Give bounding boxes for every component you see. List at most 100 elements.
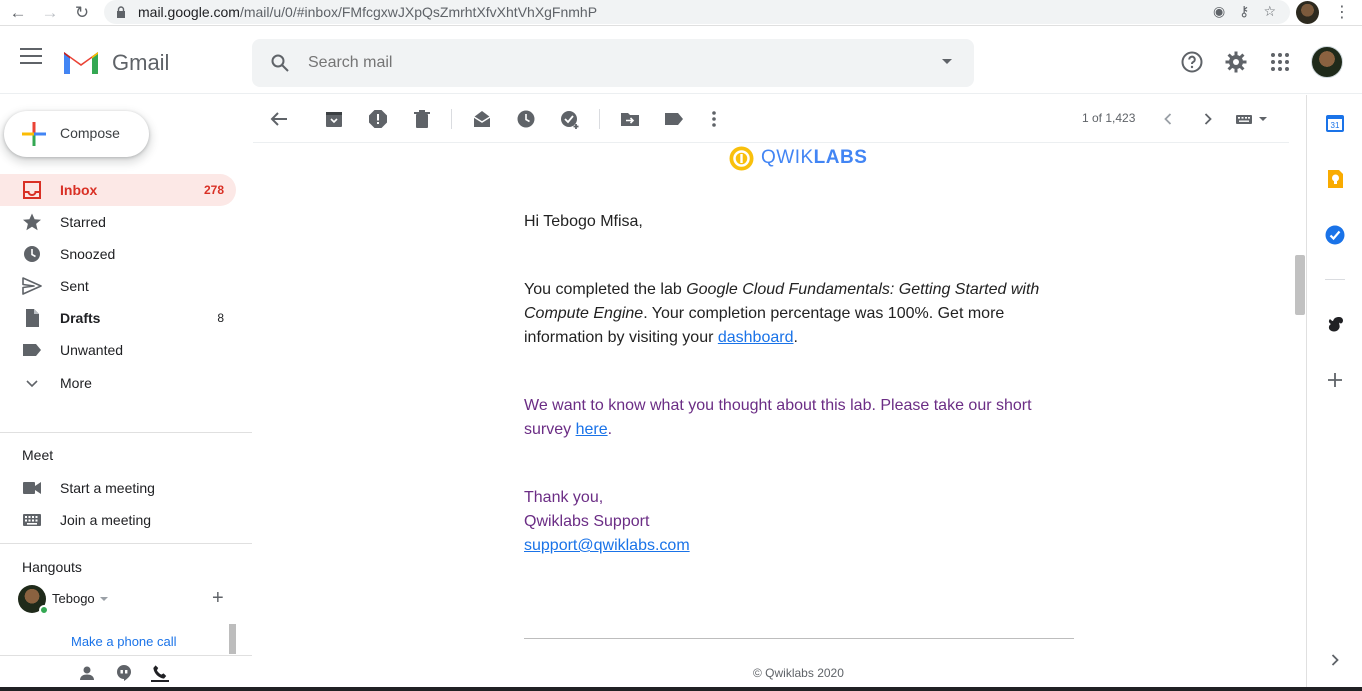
greeting: Hi Tebogo Mfisa, <box>524 213 643 230</box>
join-meeting-button[interactable]: Join a meeting <box>0 506 252 534</box>
toolbar-divider <box>451 109 452 129</box>
settings-gear-icon[interactable] <box>1224 50 1248 74</box>
sidebar-item-label: Snoozed <box>60 246 116 262</box>
video-camera-icon <box>23 482 41 494</box>
message-scrollbar[interactable] <box>1295 255 1305 315</box>
hangouts-user[interactable]: Tebogo + <box>18 585 248 615</box>
star-icon <box>23 213 41 231</box>
label-icon <box>23 344 41 356</box>
sidebar-item-more[interactable]: More <box>0 367 236 399</box>
sidebar-item-label: Starred <box>60 214 106 230</box>
browser-toolbar: ← → ↻ mail.google.com/mail/u/0/#inbox/FM… <box>0 0 1362 26</box>
main-menu-icon[interactable] <box>20 48 42 66</box>
url-text: mail.google.com/mail/u/0/#inbox/FMfcgxwJ… <box>138 4 598 20</box>
phone-icon[interactable] <box>151 664 169 682</box>
sidebar-item-sent[interactable]: Sent <box>0 270 236 302</box>
sidebar-item-starred[interactable]: Starred <box>0 206 236 238</box>
start-meeting-label: Start a meeting <box>60 480 155 496</box>
draft-count: 8 <box>217 311 224 325</box>
help-icon[interactable] <box>1180 50 1204 74</box>
hangouts-tabs <box>0 655 252 689</box>
compose-plus-icon <box>22 122 46 146</box>
signature-text: Qwiklabs Support <box>524 513 650 530</box>
snooze-clock-icon[interactable] <box>516 109 536 129</box>
qwiklabs-logo-icon <box>729 146 754 171</box>
completion-paragraph: You completed the lab Google Cloud Funda… <box>524 281 1040 346</box>
sidebar-item-drafts[interactable]: Drafts 8 <box>0 302 236 334</box>
account-avatar[interactable] <box>1311 46 1343 78</box>
sidebar-item-label: Drafts <box>60 310 101 326</box>
calendar-day: 31 <box>1331 121 1340 130</box>
gmail-logo-icon[interactable] <box>62 48 100 76</box>
tasks-icon[interactable] <box>1325 225 1345 245</box>
left-sidebar: Compose Inbox 278 Starred Snoozed Sent D… <box>0 95 252 691</box>
sidebar-item-unwanted[interactable]: Unwanted <box>0 334 236 366</box>
sidebar-item-inbox[interactable]: Inbox 278 <box>0 174 236 206</box>
message-body: QWIKLABS Hi Tebogo Mfisa, You completed … <box>253 143 1289 691</box>
thanks-text: Thank you, <box>524 489 604 506</box>
back-arrow-icon[interactable]: ← <box>8 3 28 23</box>
dashboard-link[interactable]: dashboard <box>718 329 794 346</box>
divider <box>0 432 252 433</box>
compose-button[interactable]: Compose <box>4 111 149 157</box>
side-panel-divider <box>1325 279 1345 280</box>
archive-icon[interactable] <box>324 109 344 129</box>
report-spam-icon[interactable] <box>368 109 388 129</box>
sidebar-scrollbar[interactable] <box>229 624 236 654</box>
sidebar-item-snoozed[interactable]: Snoozed <box>0 238 236 270</box>
delete-trash-icon[interactable] <box>412 109 432 129</box>
forward-arrow-icon[interactable]: → <box>40 3 60 23</box>
key-icon[interactable]: ⚷ <box>1239 3 1249 20</box>
gmail-wordmark: Gmail <box>112 50 170 75</box>
message-toolbar: 1 of 1,423 <box>253 95 1289 143</box>
bookmark-star-icon[interactable]: ☆ <box>1263 3 1276 20</box>
sidebar-item-label: Unwanted <box>60 342 124 358</box>
older-chevron-right-icon[interactable] <box>1198 109 1218 129</box>
sidebar-item-label: Sent <box>60 278 89 294</box>
labels-icon[interactable] <box>664 109 684 129</box>
hangouts-chat-icon[interactable] <box>115 664 133 682</box>
copyright-text: © Qwiklabs 2020 <box>753 666 844 680</box>
get-addons-plus-icon[interactable] <box>1325 370 1345 390</box>
join-meeting-label: Join a meeting <box>60 512 152 528</box>
browser-profile-avatar[interactable] <box>1296 1 1319 24</box>
move-to-icon[interactable] <box>620 109 640 129</box>
make-phone-call-link[interactable]: Make a phone call <box>18 625 230 655</box>
start-meeting-button[interactable]: Start a meeting <box>0 474 252 502</box>
apps-grid-icon[interactable] <box>1268 50 1292 74</box>
qwiklabs-wordmark: QWIKLABS <box>761 147 868 168</box>
divider <box>0 543 252 544</box>
mark-unread-icon[interactable] <box>472 109 492 129</box>
search-bar[interactable] <box>252 39 974 87</box>
keep-icon[interactable] <box>1325 169 1345 189</box>
clock-icon <box>24 246 40 262</box>
more-options-icon[interactable] <box>704 109 724 129</box>
survey-link[interactable]: here <box>576 421 608 438</box>
search-input[interactable] <box>308 51 908 75</box>
reload-icon[interactable]: ↻ <box>72 3 92 23</box>
back-to-inbox-icon[interactable] <box>269 109 289 129</box>
eye-icon[interactable]: ◉ <box>1213 3 1225 20</box>
hangouts-user-name: Tebogo <box>52 591 95 606</box>
search-icon[interactable] <box>270 53 290 73</box>
expand-panel-chevron-icon[interactable] <box>1325 650 1345 670</box>
browser-menu-icon[interactable]: ⋮ <box>1334 2 1350 22</box>
input-tools-keyboard-icon[interactable] <box>1235 109 1269 129</box>
survey-paragraph: We want to know what you thought about t… <box>524 397 1032 438</box>
addon-squirrel-icon[interactable] <box>1325 314 1345 334</box>
add-to-tasks-icon[interactable] <box>560 109 580 129</box>
status-dropdown-icon[interactable] <box>100 597 108 601</box>
sidebar-item-label: More <box>60 375 92 391</box>
unread-count: 278 <box>203 183 224 197</box>
newer-chevron-left-icon[interactable] <box>1158 109 1178 129</box>
chevron-down-icon <box>26 380 38 388</box>
keyboard-icon <box>23 514 41 526</box>
contacts-person-icon[interactable] <box>78 664 96 682</box>
address-bar[interactable]: mail.google.com/mail/u/0/#inbox/FMfcgxwJ… <box>104 0 1290 24</box>
calendar-icon[interactable]: 31 <box>1325 113 1345 133</box>
meet-section-title: Meet <box>22 447 54 463</box>
search-options-icon[interactable] <box>942 59 952 64</box>
new-conversation-plus-icon[interactable]: + <box>212 587 224 610</box>
draft-icon <box>26 309 39 327</box>
support-email-link[interactable]: support@qwiklabs.com <box>524 537 690 554</box>
